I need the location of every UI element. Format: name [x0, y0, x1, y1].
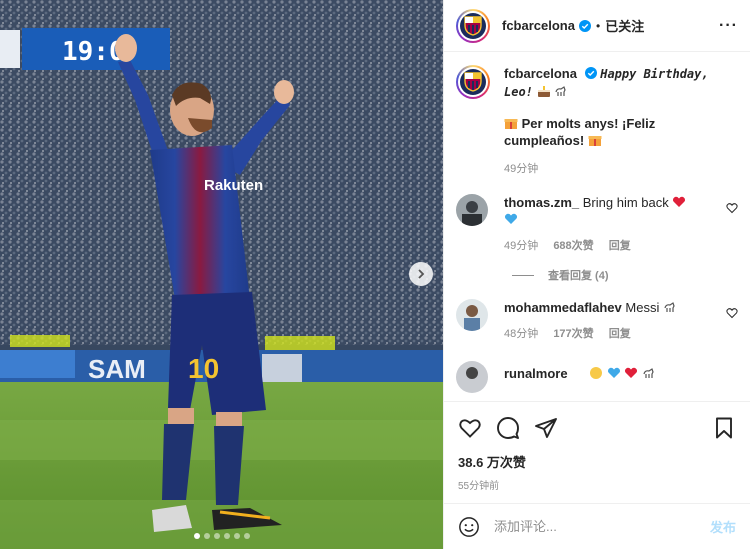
- post-header: fcbarcelona • 已关注 ···: [444, 0, 750, 52]
- comment-likes[interactable]: 177次赞: [553, 328, 593, 340]
- comment-item: thomas.zm_ Bring him back 49分钟 688次赞 回复: [456, 194, 738, 255]
- carousel-dot: [223, 533, 230, 539]
- carousel-dot: [243, 533, 250, 539]
- comment-input[interactable]: [494, 519, 710, 534]
- comment-time: 49分钟: [504, 240, 539, 252]
- red-heart-emoji-icon: [673, 196, 686, 207]
- comment-bubble-icon[interactable]: [496, 416, 520, 440]
- like-heart-icon[interactable]: [458, 416, 482, 440]
- carousel-dots: [0, 533, 443, 539]
- comment-username[interactable]: runalmore: [504, 366, 568, 381]
- caption-text-4: cumpleaños!: [504, 133, 585, 148]
- gift-emoji-icon: [588, 136, 602, 146]
- header-username[interactable]: fcbarcelona: [502, 18, 575, 33]
- carousel-dot: [193, 533, 200, 539]
- carousel-dot: [203, 533, 210, 539]
- comment-text: Bring him back: [582, 195, 669, 210]
- jersey-sponsor: Rakuten: [204, 177, 263, 194]
- barca-crest-icon: [460, 12, 486, 39]
- post-image[interactable]: 19:0 SAM Rakuten 10: [0, 0, 443, 549]
- commenter-avatar[interactable]: [456, 194, 488, 226]
- comment-time: 48分钟: [504, 328, 539, 340]
- cake-emoji-icon: [537, 86, 550, 97]
- post-actions: 38.6 万次赞 55分钟前: [444, 401, 750, 492]
- carousel-dot: [213, 533, 220, 539]
- likes-count[interactable]: 38.6 万次赞: [458, 452, 736, 471]
- comment-item: mohammedaflahev Messi 48分钟 177次赞 回复: [456, 299, 738, 343]
- commenter-avatar[interactable]: [456, 361, 488, 393]
- caption-text-2: Leo!: [504, 85, 533, 99]
- red-heart-emoji-icon: [625, 367, 638, 378]
- comment-text: Messi: [625, 300, 660, 315]
- post-comment-button[interactable]: 发布: [710, 517, 736, 536]
- comment-item: runalmore: [456, 361, 738, 393]
- chevron-right-icon: [418, 269, 425, 279]
- caption-time: 49分钟: [504, 163, 539, 175]
- caption-text-3: Per molts anys! ¡Feliz: [521, 116, 656, 131]
- emoji-smiley-icon[interactable]: [458, 516, 480, 538]
- ad-board-text: SAM: [88, 354, 146, 384]
- avatar[interactable]: [456, 8, 490, 43]
- goat-emoji-icon: [664, 302, 675, 312]
- carousel-dot: [233, 533, 240, 539]
- view-replies-button[interactable]: 查看回复 (4): [512, 267, 738, 283]
- caption-text-1: Happy Birthday,: [600, 67, 709, 81]
- blue-heart-emoji-icon: [504, 213, 518, 224]
- comment-likes[interactable]: 688次赞: [553, 240, 593, 252]
- scoreboard-text: 19:0: [62, 37, 125, 67]
- view-replies-label: 查看回复 (4): [548, 270, 609, 282]
- carousel-next-button[interactable]: [409, 262, 433, 286]
- reply-button[interactable]: 回复: [609, 328, 631, 340]
- messi-celebration-photo: 19:0 SAM Rakuten 10: [0, 0, 443, 549]
- barca-crest-icon: [460, 69, 486, 95]
- verified-badge-icon: [584, 67, 597, 79]
- post-timestamp: 55分钟前: [458, 481, 500, 492]
- share-paper-plane-icon[interactable]: [534, 416, 558, 440]
- jersey-number: 10: [188, 353, 219, 384]
- comment-username[interactable]: mohammedaflahev: [504, 300, 622, 315]
- add-comment-bar: 发布: [444, 503, 750, 549]
- caption-username[interactable]: fcbarcelona: [504, 66, 577, 81]
- gift-emoji-icon: [504, 119, 518, 129]
- save-bookmark-icon[interactable]: [712, 416, 736, 440]
- commenter-avatar[interactable]: [456, 299, 488, 331]
- more-options-button[interactable]: ···: [719, 17, 738, 35]
- comment-username[interactable]: thomas.zm_: [504, 195, 579, 210]
- blue-heart-emoji-icon: [607, 367, 620, 378]
- comments-list[interactable]: fcbarcelona Happy Birthday, Leo! Per mol…: [444, 53, 750, 401]
- like-comment-heart-icon[interactable]: [726, 307, 738, 319]
- face-emoji-icon: [590, 367, 603, 379]
- caption-avatar[interactable]: [456, 65, 490, 99]
- following-button[interactable]: 已关注: [605, 16, 644, 35]
- post-side-panel: fcbarcelona • 已关注 ··· fcbarcelona Happy …: [443, 0, 750, 549]
- goat-emoji-icon: [643, 368, 654, 378]
- header-separator: •: [595, 18, 601, 33]
- reply-button[interactable]: 回复: [609, 240, 631, 252]
- like-comment-heart-icon[interactable]: [726, 202, 738, 214]
- verified-badge-icon: [578, 19, 591, 32]
- goat-emoji-icon: [555, 86, 566, 96]
- caption: fcbarcelona Happy Birthday, Leo! Per mol…: [456, 65, 738, 178]
